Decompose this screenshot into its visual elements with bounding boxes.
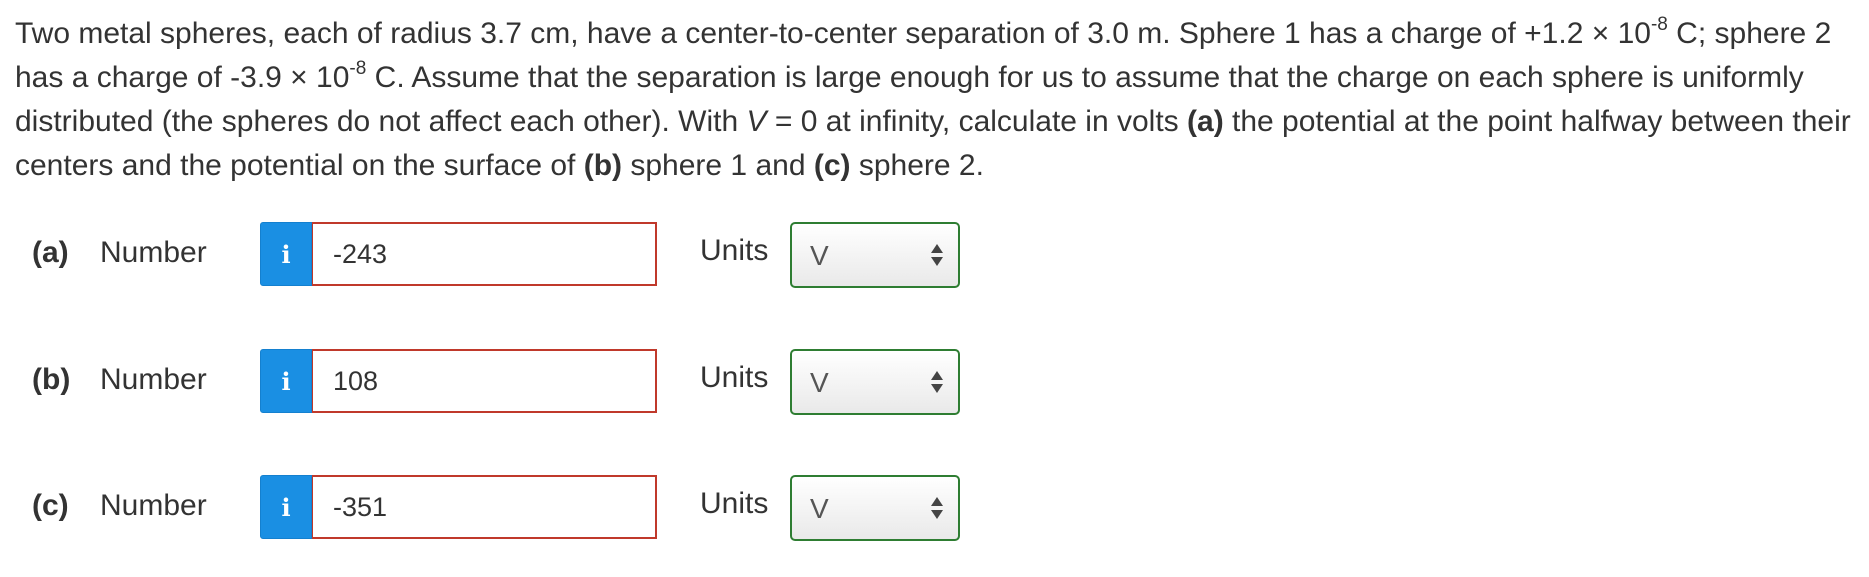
units-selected-value: V [810, 367, 829, 398]
units-select-c[interactable]: V [790, 475, 960, 541]
part-label: (c) [32, 489, 69, 522]
units-label: Units [700, 234, 769, 267]
variable-v: V [746, 105, 767, 138]
up-down-arrow-icon [930, 244, 944, 268]
exponent: -8 [349, 58, 367, 79]
info-button[interactable]: i [260, 349, 312, 413]
number-label: Number [100, 363, 207, 396]
part-a-ref: (a) [1187, 105, 1224, 138]
answer-row-c: (c) Number i Units V [0, 475, 1000, 541]
question-segment: Two metal spheres, each of radius 3.7 cm… [15, 17, 1651, 50]
info-button[interactable]: i [260, 475, 312, 539]
answer-row-a: (a) Number i Units V [0, 222, 1000, 288]
answer-input-c[interactable] [312, 475, 657, 539]
question-segment: sphere 1 and [622, 149, 814, 182]
question-segment: sphere 2. [850, 149, 984, 182]
units-selected-value: V [810, 240, 829, 271]
part-b-ref: (b) [583, 149, 623, 182]
part-c-ref: (c) [813, 149, 851, 182]
info-button[interactable]: i [260, 222, 312, 286]
info-icon: i [281, 492, 291, 522]
answer-input-a[interactable] [312, 222, 657, 286]
units-label: Units [700, 487, 769, 520]
exponent: -8 [1650, 14, 1668, 35]
units-select-b[interactable]: V [790, 349, 960, 415]
units-selected-value: V [810, 493, 829, 524]
answer-row-b: (b) Number i Units V [0, 349, 1000, 415]
up-down-arrow-icon [930, 371, 944, 395]
part-label: (b) [32, 363, 71, 396]
units-select-a[interactable]: V [790, 222, 960, 288]
answer-input-b[interactable] [312, 349, 657, 413]
units-label: Units [700, 361, 769, 394]
up-down-arrow-icon [930, 497, 944, 521]
info-icon: i [281, 366, 291, 396]
number-label: Number [100, 236, 207, 269]
part-label: (a) [32, 236, 69, 269]
number-label: Number [100, 489, 207, 522]
info-icon: i [281, 239, 291, 269]
question-segment: = 0 at infinity, calculate in volts [766, 105, 1188, 138]
question-text: Two metal spheres, each of radius 3.7 cm… [15, 12, 1860, 188]
